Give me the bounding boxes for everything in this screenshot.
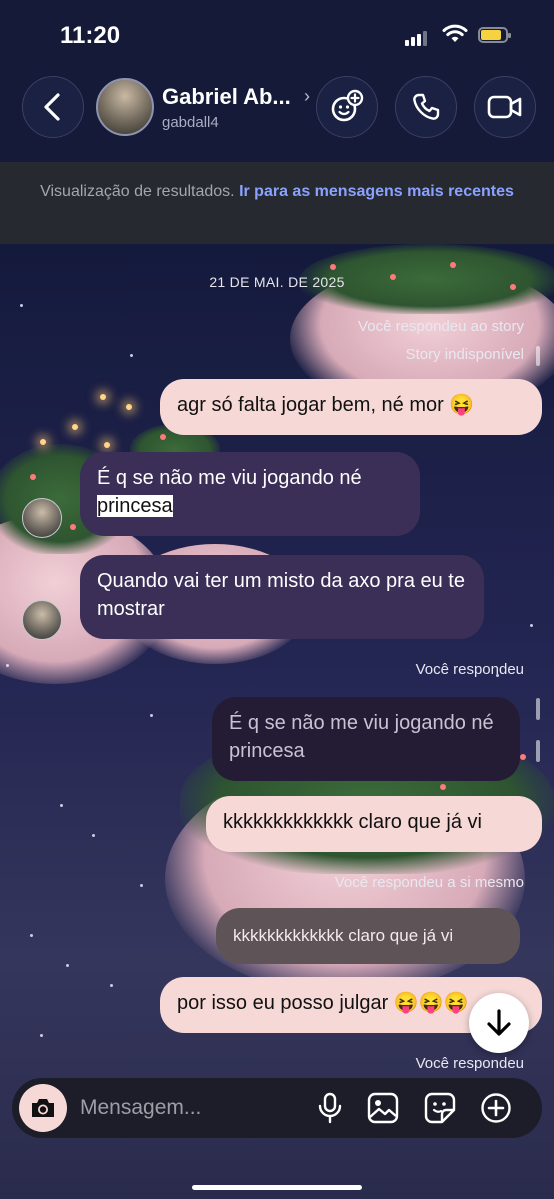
arrow-down-icon	[487, 1009, 511, 1036]
message-bubble-received[interactable]: Quando vai ter um misto da axo pra eu te…	[80, 555, 484, 639]
back-button[interactable]	[22, 76, 84, 138]
reply-label: Você respondeu a si mesmo	[334, 874, 524, 891]
scroll-indicator	[536, 698, 540, 720]
sender-avatar[interactable]	[22, 600, 62, 640]
status-time: 11:20	[60, 22, 121, 49]
battery-icon	[478, 27, 511, 43]
search-highlight: princesa	[97, 495, 173, 517]
message-composer: Mensagem...	[12, 1078, 542, 1138]
back-arrow-icon	[44, 93, 60, 121]
scroll-to-bottom-button[interactable]	[469, 993, 529, 1053]
chevron-right-icon: ›	[304, 86, 310, 106]
reply-label: Você respondeu	[415, 661, 524, 678]
status-bar: 11:20	[0, 0, 554, 72]
message-bubble-sent[interactable]: agr só falta jogar bem, né mor 😝	[160, 379, 542, 435]
message-bubble-received[interactable]: É q se não me viu jogando né princesa	[80, 452, 420, 536]
message-bubble-sent[interactable]: kkkkkkkkkkkkk claro que já vi	[206, 796, 542, 852]
quoted-message[interactable]: É q se não me viu jogando né princesa	[212, 697, 520, 781]
sticker-plus-icon	[331, 89, 364, 122]
jump-to-recent-link[interactable]: Ir para as mensagens mais recentes	[239, 183, 514, 200]
reply-label: Você respondeu	[415, 1055, 524, 1072]
scroll-indicator	[536, 346, 540, 366]
image-icon	[367, 1092, 399, 1124]
search-results-banner: Visualização de resultados. Ir para as m…	[0, 162, 554, 244]
cellular-signal-icon	[405, 28, 429, 46]
sticker-icon	[424, 1092, 456, 1124]
home-indicator	[192, 1185, 362, 1190]
contact-avatar[interactable]	[96, 78, 154, 136]
microphone-icon	[318, 1092, 342, 1124]
wifi-icon	[442, 24, 468, 49]
chat-screen: 11:20 Gabriel Ab... › gabdall4 Visualiza…	[0, 0, 554, 1199]
plus-circle-icon	[481, 1093, 511, 1123]
sticker-effects-button[interactable]	[316, 76, 378, 138]
quoted-message[interactable]: kkkkkkkkkkkkk claro que já vi	[216, 908, 520, 964]
camera-button[interactable]	[19, 1084, 67, 1132]
story-reply-label: Você respondeu ao story	[358, 318, 524, 335]
audio-call-button[interactable]	[395, 76, 457, 138]
date-separator: 21 DE MAI. DE 2025	[209, 274, 345, 290]
video-camera-icon	[487, 95, 522, 119]
banner-text: Visualização de resultados.	[40, 183, 235, 200]
video-call-button[interactable]	[474, 76, 536, 138]
scroll-indicator	[536, 740, 540, 762]
more-options-button[interactable]	[480, 1092, 512, 1124]
camera-icon	[32, 1099, 54, 1117]
chat-header: Gabriel Ab... › gabdall4	[0, 72, 554, 162]
contact-name[interactable]: Gabriel Ab...	[162, 84, 291, 110]
story-unavailable-label: Story indisponível	[405, 346, 524, 363]
contact-handle[interactable]: gabdall4	[162, 114, 219, 131]
gallery-button[interactable]	[367, 1092, 399, 1124]
message-input[interactable]: Mensagem...	[80, 1096, 201, 1120]
message-text: É q se não me viu jogando né	[97, 467, 362, 489]
sender-avatar[interactable]	[22, 498, 62, 538]
microphone-button[interactable]	[314, 1092, 346, 1124]
phone-icon	[413, 93, 440, 120]
sticker-button[interactable]	[424, 1092, 456, 1124]
